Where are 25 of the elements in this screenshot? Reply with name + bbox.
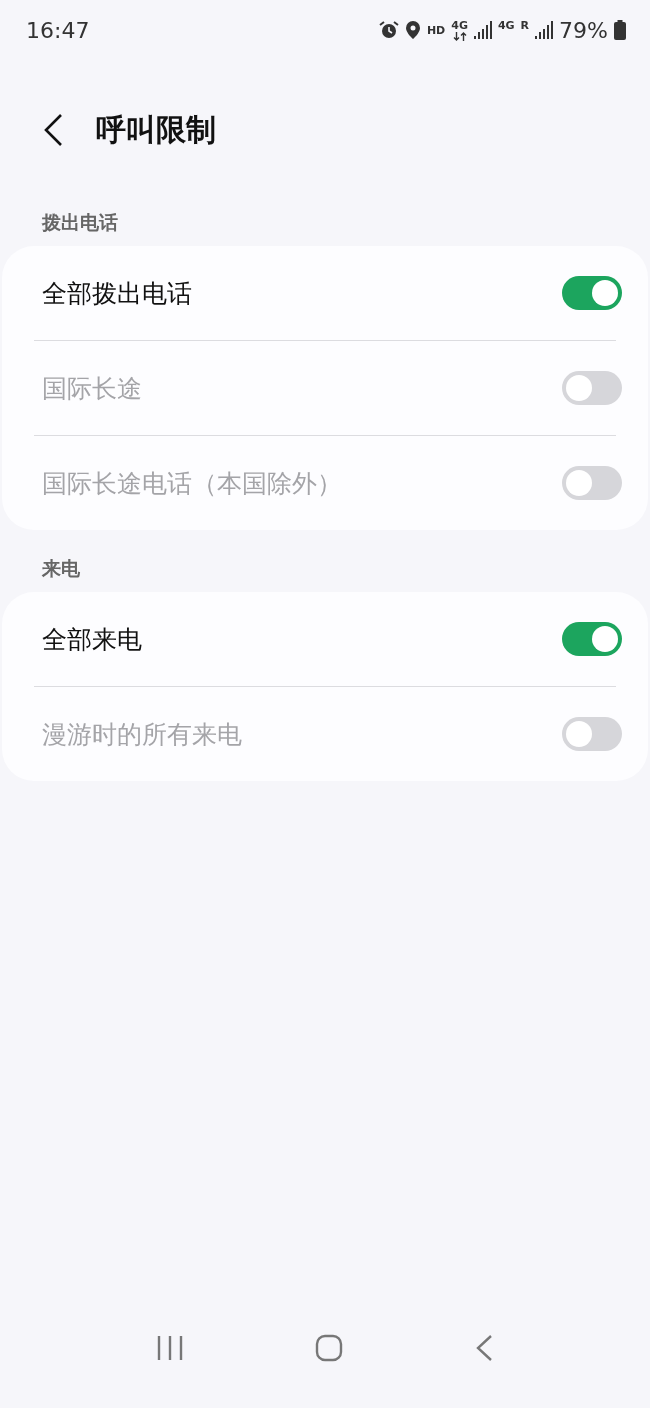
- setting-label: 国际长途: [42, 372, 142, 405]
- network-type: 4G: [497, 19, 515, 31]
- location-icon: [404, 20, 421, 40]
- setting-label: 国际长途电话（本国除外）: [42, 467, 342, 500]
- signal-icon: [473, 21, 492, 39]
- clock-time: 16:47: [26, 17, 90, 43]
- data-arrows-icon: [452, 31, 467, 41]
- setting-label: 全部拨出电话: [42, 277, 192, 310]
- alarm-icon: [378, 20, 399, 40]
- battery-percent: 79%: [559, 17, 608, 43]
- recent-apps-icon[interactable]: [155, 1335, 184, 1361]
- toggle-switch[interactable]: [562, 276, 622, 310]
- hd-indicator: HD: [426, 24, 446, 36]
- network-type: 4G: [451, 19, 468, 31]
- toggle-switch[interactable]: [562, 622, 622, 656]
- home-icon[interactable]: [315, 1334, 343, 1362]
- section-title: 来电: [41, 556, 81, 581]
- roaming-indicator: R: [520, 19, 530, 31]
- signal-icon: [535, 21, 554, 39]
- setting-label: 漫游时的所有来电: [42, 718, 242, 751]
- setting-label: 全部来电: [42, 623, 142, 656]
- page-title: 呼叫限制: [96, 110, 216, 149]
- back-icon[interactable]: [42, 113, 64, 147]
- section-title: 拨出电话: [40, 210, 119, 235]
- battery-icon: [614, 20, 626, 40]
